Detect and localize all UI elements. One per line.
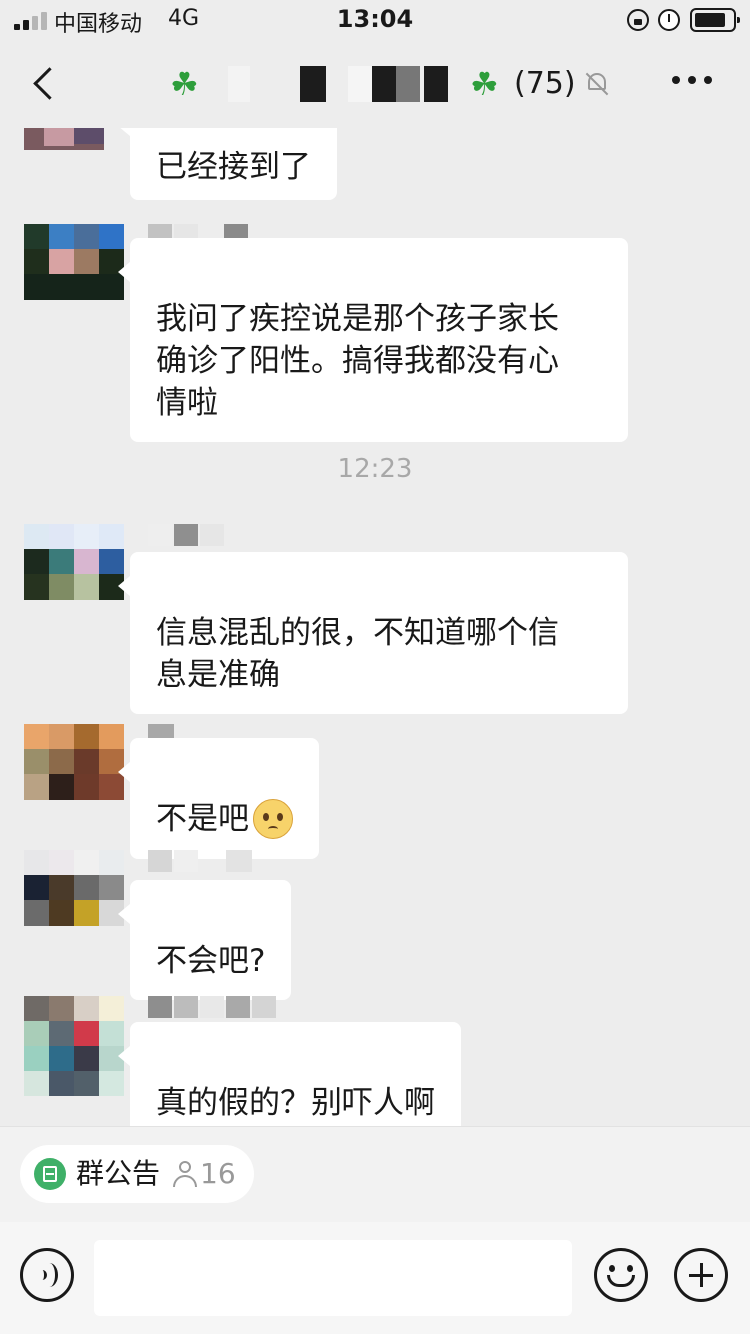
input-bar — [0, 1222, 750, 1334]
message-input[interactable] — [94, 1240, 572, 1316]
message-text: 不是吧 — [156, 801, 249, 837]
member-count: (75) — [514, 66, 576, 101]
announcement-label: 群公告 — [76, 1157, 161, 1190]
announcement-icon — [34, 1158, 66, 1190]
avatar[interactable] — [24, 996, 124, 1096]
title-pixel-mask — [220, 66, 466, 102]
pleading-face-emoji-icon — [253, 798, 293, 839]
plus-icon[interactable] — [674, 1248, 728, 1302]
message-bubble[interactable]: 不会吧? — [117, 880, 292, 1000]
message-bubble[interactable]: 我问了疾控说是那个孩子家长 确诊了阳性。搞得我都没有心 情啦 — [118, 238, 628, 442]
announcement-read-count: 16 — [200, 1157, 236, 1190]
emoji-icon[interactable] — [594, 1248, 648, 1302]
message-text: 信息混乱的很，不知道哪个信 息是准确 — [156, 615, 559, 693]
message-bubble[interactable]: 信息混乱的很，不知道哪个信 息是准确 — [118, 552, 628, 714]
time-divider: 12:23 — [337, 454, 413, 484]
avatar[interactable] — [24, 850, 124, 926]
announcement-bar: 群公告 16 — [0, 1126, 750, 1222]
status-bar: 中国移动 4G 13:04 — [0, 0, 750, 40]
message-bubble[interactable]: 真的假的？别吓人啊 — [118, 1022, 461, 1126]
message-bubble[interactable]: 已经接到了 — [118, 128, 337, 200]
avatar[interactable] — [24, 224, 124, 300]
clover-icon: ☘ — [470, 65, 499, 103]
mute-bell-icon — [585, 72, 609, 96]
back-icon[interactable] — [28, 62, 68, 106]
rotation-lock-icon — [627, 9, 649, 31]
chat-title[interactable]: ☘ ☘ (75) — [170, 62, 620, 106]
voice-input-icon[interactable] — [20, 1248, 74, 1302]
sender-name-mask — [148, 996, 278, 1022]
nav-bar: ☘ ☘ (75) — [0, 40, 750, 128]
more-options-icon[interactable] — [672, 76, 714, 86]
message-text: 不会吧? — [156, 943, 266, 979]
avatar[interactable] — [24, 128, 124, 150]
chat-screen: 中国移动 4G 13:04 ☘ ☘ (75) 已经接到了 我问了疾控说是那个孩子… — [0, 0, 750, 1334]
sender-name-mask — [148, 850, 258, 876]
message-text: 我问了疾控说是那个孩子家长 确诊了阳性。搞得我都没有心 情啦 — [156, 301, 559, 421]
clover-icon: ☘ — [170, 65, 199, 103]
avatar[interactable] — [24, 524, 124, 600]
message-text: 已经接到了 — [156, 149, 311, 185]
sender-name-mask — [148, 524, 228, 550]
group-announcement-button[interactable]: 群公告 16 — [20, 1145, 254, 1203]
person-icon — [172, 1159, 198, 1189]
battery-icon — [690, 8, 740, 32]
message-text: 真的假的？别吓人啊 — [156, 1085, 435, 1121]
alarm-icon — [658, 9, 680, 31]
message-list[interactable]: 已经接到了 我问了疾控说是那个孩子家长 确诊了阳性。搞得我都没有心 情啦 12:… — [0, 128, 750, 1126]
avatar[interactable] — [24, 724, 124, 800]
message-bubble[interactable]: 不是吧 — [118, 738, 319, 859]
